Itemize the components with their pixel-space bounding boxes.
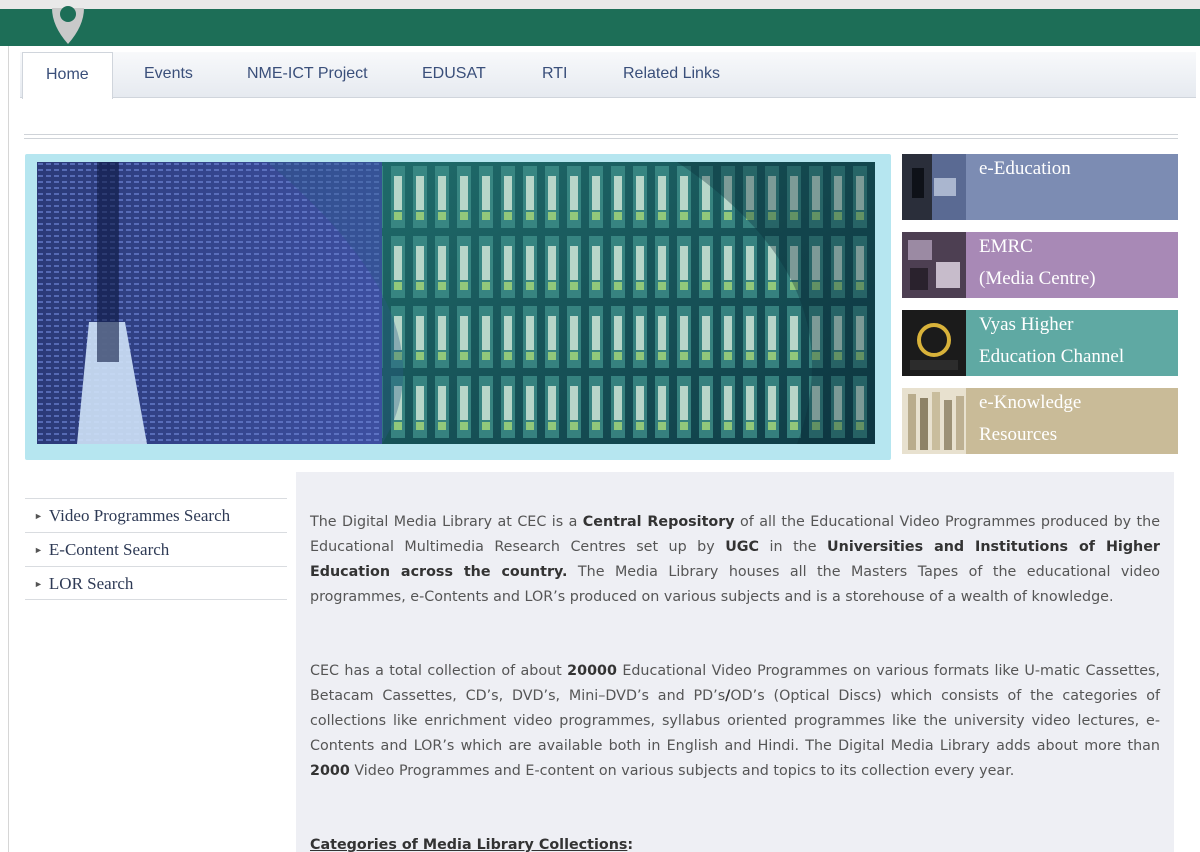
categories-heading: Categories of Media Library Collections:	[310, 833, 1160, 852]
bullet-arrow-icon: ►	[34, 511, 43, 521]
about-content: The Digital Media Library at CEC is a Ce…	[296, 472, 1174, 852]
side-item-label: E-Content Search	[48, 540, 170, 559]
tile-title: e-Knowledge	[979, 392, 1082, 413]
tile-title: e-Education	[979, 158, 1071, 179]
tile-title: Vyas Higher	[979, 314, 1074, 335]
nav-tab-nme-ict-project[interactable]: NME-ICT Project	[247, 52, 368, 98]
bullet-arrow-icon: ►	[34, 579, 43, 589]
text: The Digital Media Library at CEC is a	[310, 514, 583, 530]
emphasis: 20000	[567, 663, 617, 679]
e-content-search-link[interactable]: ► E-Content Search	[25, 532, 287, 566]
logo-pin-icon[interactable]	[46, 0, 90, 46]
text: Video Programmes and E-content on variou…	[349, 763, 1015, 779]
lor-search-link[interactable]: ► LOR Search	[25, 566, 287, 600]
emphasis: Central Repository	[582, 514, 735, 530]
video-programmes-search-link[interactable]: ► Video Programmes Search	[25, 498, 287, 532]
tile-subtitle: (Media Centre)	[979, 268, 1096, 289]
tile-subtitle: Resources	[979, 424, 1058, 445]
tile-vyas-higher-education[interactable]: Vyas Higher Education Channel	[902, 310, 1178, 376]
side-item-label: LOR Search	[48, 574, 134, 593]
side-item-label: Video Programmes Search	[48, 506, 231, 525]
nav-tab-related-links[interactable]: Related Links	[623, 52, 720, 98]
server-racks-image	[37, 162, 875, 444]
site-header	[0, 0, 1200, 46]
tile-emrc[interactable]: EMRC (Media Centre)	[902, 232, 1178, 298]
divider	[24, 138, 1178, 139]
tile-title: EMRC	[979, 236, 1033, 257]
text: in the	[759, 539, 828, 555]
bullet-arrow-icon: ►	[34, 545, 43, 555]
tile-subtitle: Education Channel	[979, 346, 1125, 367]
heading-text: Categories of Media Library Collections	[310, 837, 628, 852]
text: CEC has a total collection of about	[310, 663, 568, 679]
emphasis: UGC	[725, 539, 760, 555]
nav-tab-rti[interactable]: RTI	[542, 52, 567, 98]
nav-tab-events[interactable]: Events	[144, 52, 193, 98]
main-nav: Home Events NME-ICT Project EDUSAT RTI R…	[20, 52, 1196, 99]
hero-banner	[25, 154, 891, 460]
collection-paragraph: CEC has a total collection of about 2000…	[310, 659, 1160, 784]
divider	[24, 134, 1178, 135]
computer-user-icon	[902, 154, 966, 220]
nav-tab-edusat[interactable]: EDUSAT	[422, 52, 486, 98]
search-menu: ► Video Programmes Search ► E-Content Sear…	[25, 498, 287, 600]
heading-suffix: :	[627, 837, 634, 852]
nav-tab-home[interactable]: Home	[22, 52, 113, 99]
ugc-cec-logo-icon	[902, 310, 966, 376]
browser-strip	[0, 0, 1200, 9]
emphasis: 2000	[310, 763, 350, 779]
media-centre-icon	[902, 232, 966, 298]
tile-e-education[interactable]: e-Education	[902, 154, 1178, 220]
bookshelf-icon	[902, 388, 966, 454]
tile-e-knowledge-resources[interactable]: e-Knowledge Resources	[902, 388, 1178, 454]
intro-paragraph: The Digital Media Library at CEC is a Ce…	[310, 510, 1160, 610]
